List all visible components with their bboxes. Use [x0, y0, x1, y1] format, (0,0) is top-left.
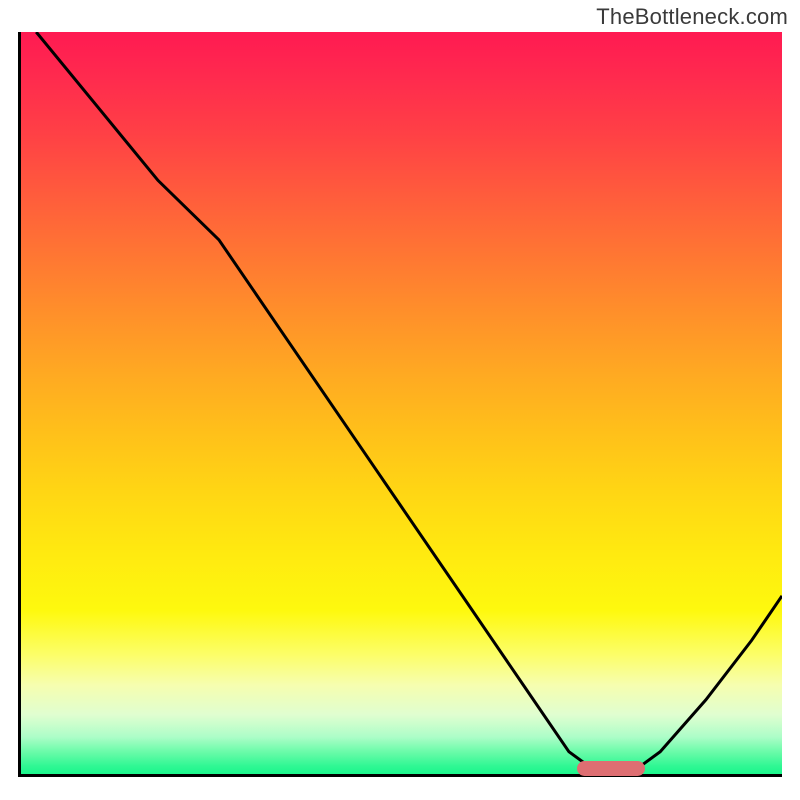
watermark-text: TheBottleneck.com [596, 4, 788, 30]
plot-area [18, 32, 782, 777]
optimal-marker [577, 761, 645, 776]
chart-container [18, 32, 782, 782]
curve-line [21, 32, 782, 774]
